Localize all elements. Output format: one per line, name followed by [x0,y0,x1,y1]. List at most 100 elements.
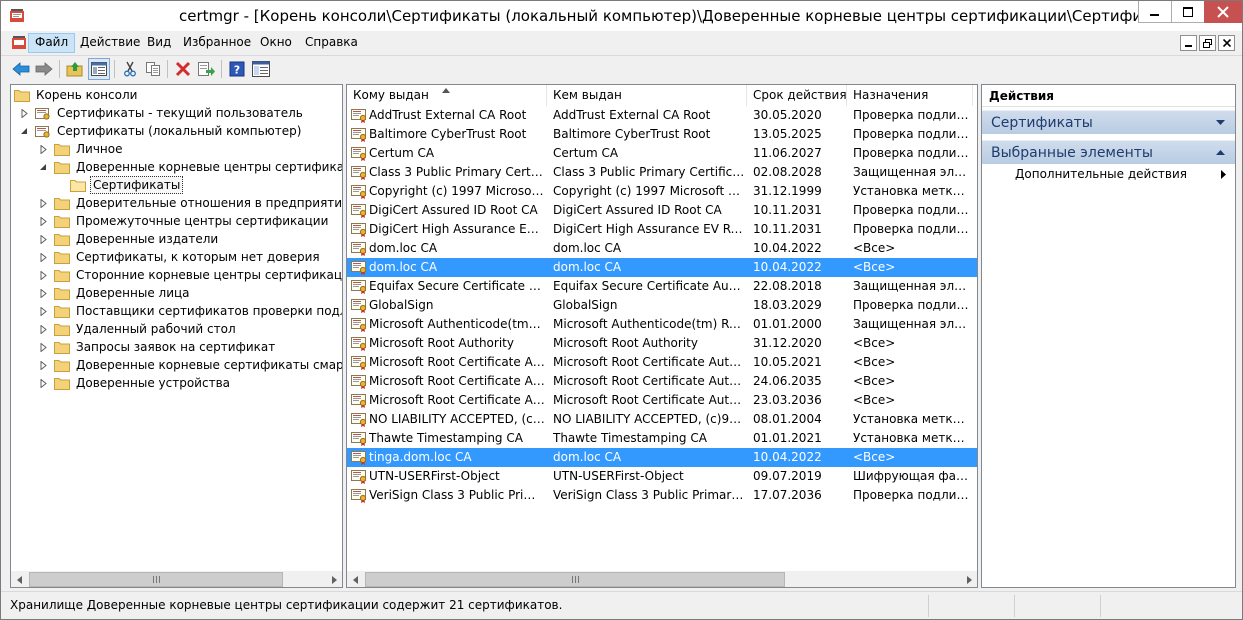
scroll-left-icon[interactable] [347,571,364,587]
list-horizontal-scrollbar[interactable] [347,570,977,587]
minimize-button[interactable] [1138,1,1172,23]
show-hide-tree-button[interactable] [88,58,110,80]
certificate-row[interactable]: Microsoft Root Certificate Auth... Micros… [347,391,977,410]
tree-horizontal-scrollbar[interactable] [11,570,342,587]
collapse-icon[interactable] [38,162,48,172]
back-button[interactable] [10,58,32,80]
menu-help[interactable]: Справка [299,33,364,53]
certificate-row[interactable]: Microsoft Root Authority Microsoft Root A… [347,334,977,353]
expand-icon[interactable] [38,144,48,154]
scroll-left-icon[interactable] [11,571,28,587]
certificate-row[interactable]: UTN-USERFirst-Object UTN-USERFirst-Object… [347,467,977,486]
cut-button[interactable] [119,58,141,80]
tree-node-store[interactable]: Поставщики сертификатов проверки подлинн… [38,302,342,320]
certificate-row[interactable]: AddTrust External CA Root AddTrust Extern… [347,106,977,125]
certificate-row[interactable]: Class 3 Public Primary Certificat... Clas… [347,163,977,182]
tree-node-store[interactable]: Промежуточные центры сертификации [38,212,330,230]
tree-node-current-user[interactable]: Сертификаты - текущий пользователь [19,104,305,122]
tree-node-local-computer[interactable]: Сертификаты (локальный компьютер) [19,122,303,140]
menu-window[interactable]: Окно [254,33,298,53]
expand-icon[interactable] [38,324,48,334]
tree-node-store[interactable]: Сторонние корневые центры сертификации [38,266,342,284]
forward-button[interactable] [33,58,55,80]
scroll-thumb[interactable] [29,572,283,587]
certificate-row[interactable]: Thawte Timestamping CA Thawte Timestampin… [347,429,977,448]
close-button[interactable] [1204,1,1242,23]
maximize-button[interactable] [1171,1,1205,23]
expand-icon[interactable] [19,108,29,118]
certificate-row[interactable]: DigiCert Assured ID Root CA DigiCert Assu… [347,201,977,220]
column-header-issued-by[interactable]: Кем выдан [547,85,747,106]
mdi-minimize-button[interactable] [1180,35,1197,51]
collapse-icon[interactable] [19,126,29,136]
expand-icon[interactable] [38,198,48,208]
certificate-row[interactable]: Microsoft Authenticode(tm) Ro... Microsof… [347,315,977,334]
column-header-purposes[interactable]: Назначения [847,85,973,106]
tree-node-personal[interactable]: Личное [38,140,124,158]
actions-group-certificates[interactable]: Сертификаты [982,110,1235,134]
tree-node-certificates[interactable]: Сертификаты [70,176,184,194]
properties-button[interactable] [250,58,272,80]
tree-node-store[interactable]: Доверенные корневые сертификаты смарт-ка… [38,356,342,374]
tree-node-store[interactable]: Запросы заявок на сертификат [38,338,277,356]
tree-node-store[interactable]: Доверенные издатели [38,230,220,248]
actions-group-selected-items[interactable]: Выбранные элементы [982,140,1235,164]
scroll-right-icon[interactable] [960,571,977,587]
expand-icon[interactable] [38,378,48,388]
certificate-row[interactable]: Microsoft Root Certificate Auth... Micros… [347,372,977,391]
tree-label-store: Доверенные устройства [76,376,230,390]
window-title: certmgr - [Корень консоли\Сертификаты (л… [179,7,1187,25]
expand-icon[interactable] [38,342,48,352]
tree-node-console-root[interactable]: Корень консоли [14,86,139,104]
up-level-button[interactable] [64,58,86,80]
column-header-expiration[interactable]: Срок действия [747,85,847,106]
tree-node-store[interactable]: Удаленный рабочий стол [38,320,238,338]
tree-node-store[interactable]: Доверенные устройства [38,374,232,392]
certificate-row[interactable]: tinga.dom.loc CA dom.loc CA 10.04.2022 <Все… [347,448,977,467]
tree-node-trusted-root[interactable]: Доверенные корневые центры сертификации [38,158,342,176]
folder-icon [54,252,70,264]
certificate-row[interactable]: NO LIABILITY ACCEPTED, (c)97 ... NO LIABI… [347,410,977,429]
certificate-row[interactable]: DigiCert High Assurance EV Ro... DigiCert… [347,220,977,239]
scroll-right-icon[interactable] [325,571,342,587]
scroll-thumb[interactable] [365,572,785,587]
cell-issued-to: Equifax Secure Certificate Auth... [369,279,545,293]
expand-icon[interactable] [38,360,48,370]
certificate-row[interactable]: dom.loc CA dom.loc CA 10.04.2022 <Все> [347,239,977,258]
menu-action[interactable]: Действие [74,33,146,53]
menu-file[interactable]: Файл [28,33,76,53]
console-tree-pane[interactable]: Корень консоли Сертификаты - текущий пол… [10,84,343,588]
certificate-row[interactable]: GlobalSign GlobalSign 18.03.2029 Проверка п… [347,296,977,315]
expand-icon[interactable] [38,252,48,262]
title-bar[interactable]: certmgr - [Корень консоли\Сертификаты (л… [1,1,1242,31]
export-list-button[interactable] [195,58,217,80]
menu-view[interactable]: Вид [141,33,177,53]
mdi-restore-button[interactable] [1199,35,1216,51]
expand-icon[interactable] [38,288,48,298]
tree-node-store[interactable]: Сертификаты, к которым нет доверия [38,248,322,266]
certificate-row[interactable]: Baltimore CyberTrust Root Baltimore Cyber… [347,125,977,144]
expand-icon[interactable] [38,306,48,316]
expand-icon[interactable] [38,216,48,226]
mdi-close-button[interactable] [1218,35,1235,51]
help-button[interactable]: ? [226,58,248,80]
tree-node-store[interactable]: Доверительные отношения в предприятии [38,194,342,212]
certificate-row[interactable]: Copyright (c) 1997 Microsoft C... Copyrig… [347,182,977,201]
certificate-row[interactable]: dom.loc CA dom.loc CA 10.04.2022 <Все> [347,258,977,277]
certificate-row[interactable]: Equifax Secure Certificate Auth... Equifa… [347,277,977,296]
cell-purposes: Проверка подлин... [853,298,971,312]
console-menu-icon[interactable] [11,35,27,51]
delete-button[interactable] [172,58,194,80]
cell-issued-to: tinga.dom.loc CA [369,450,472,464]
folder-icon [70,180,86,192]
expand-icon[interactable] [38,234,48,244]
expand-icon[interactable] [38,270,48,280]
certificate-list-pane[interactable]: Кому выдан Кем выдан Срок действия Назна… [346,84,978,588]
certificate-row[interactable]: Microsoft Root Certificate Auth... Micros… [347,353,977,372]
certificate-row[interactable]: VeriSign Class 3 Public Primary ... VeriS… [347,486,977,505]
action-more-actions[interactable]: Дополнительные действия [1015,167,1187,181]
copy-button[interactable] [142,58,164,80]
tree-node-store[interactable]: Доверенные лица [38,284,192,302]
certificate-row[interactable]: Certum CA Certum CA 11.06.2027 Проверка под… [347,144,977,163]
menu-favorites[interactable]: Избранное [177,33,257,53]
